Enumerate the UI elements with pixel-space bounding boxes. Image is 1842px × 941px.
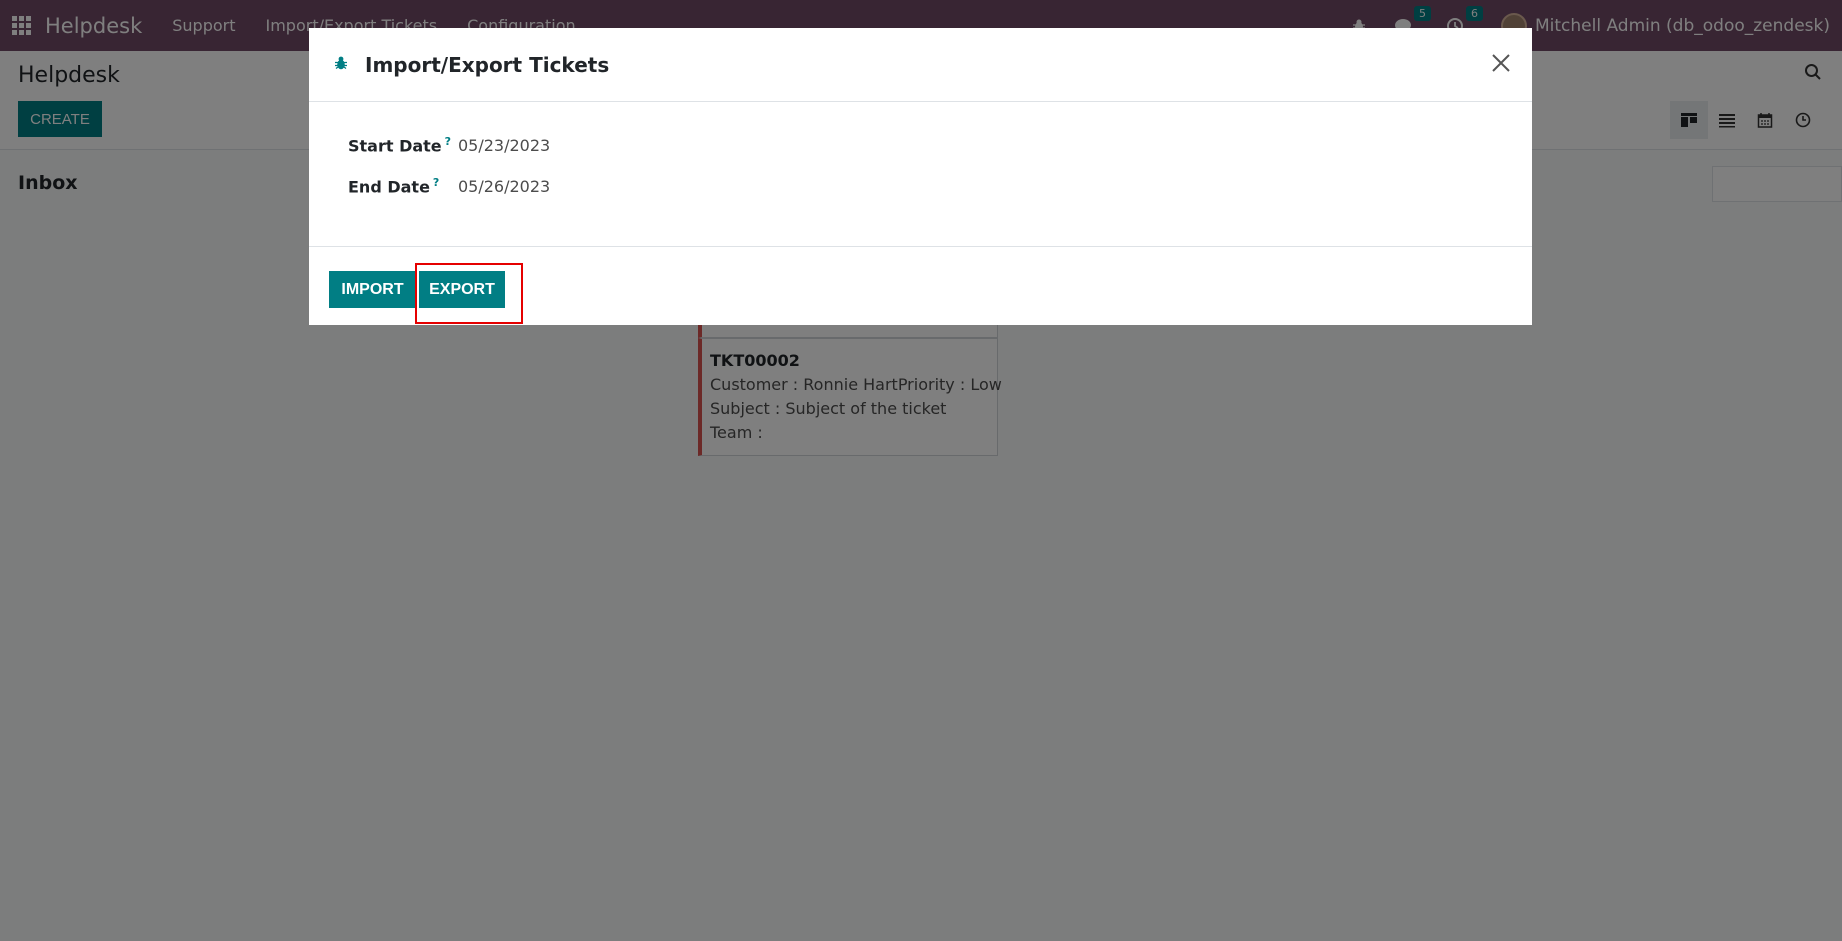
import-export-dialog: Import/Export Tickets Start Date? 05/23/…	[309, 28, 1532, 325]
start-date-row: Start Date? 05/23/2023	[348, 135, 550, 155]
modal-header: Import/Export Tickets	[309, 28, 1532, 102]
modal-footer: IMPORT EXPORT	[309, 247, 1532, 325]
modal-title: Import/Export Tickets	[365, 52, 610, 77]
export-highlight-box	[415, 263, 523, 324]
help-tooltip-icon[interactable]: ?	[433, 176, 439, 189]
help-tooltip-icon[interactable]: ?	[445, 135, 451, 148]
end-date-label: End Date?	[348, 176, 440, 197]
end-date-field[interactable]: 05/26/2023	[458, 177, 550, 196]
end-date-row: End Date? 05/26/2023	[348, 176, 550, 196]
start-date-field[interactable]: 05/23/2023	[458, 136, 550, 155]
import-button[interactable]: IMPORT	[329, 271, 416, 308]
modal-body: Start Date? 05/23/2023 End Date? 05/26/2…	[309, 102, 1532, 247]
bug-icon	[333, 55, 349, 75]
close-icon[interactable]	[1490, 52, 1512, 74]
start-date-label: Start Date?	[348, 135, 452, 156]
